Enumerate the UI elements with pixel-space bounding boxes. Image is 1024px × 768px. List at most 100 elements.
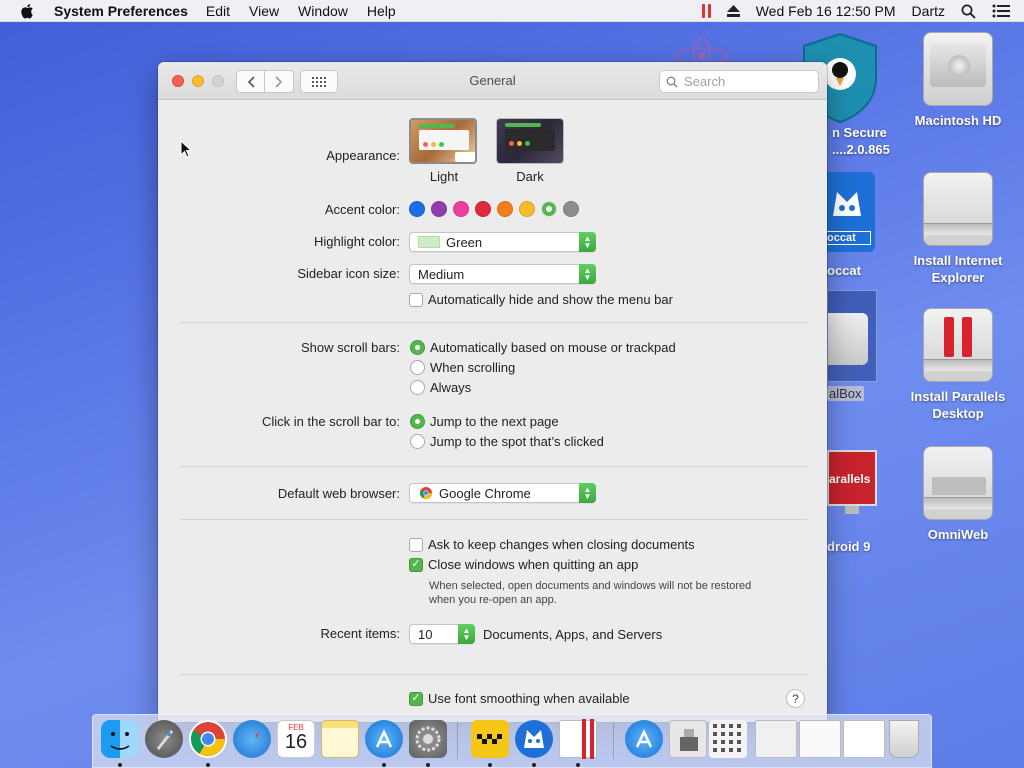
- dock-calendar[interactable]: FEB 16: [277, 720, 315, 758]
- dock-parallels[interactable]: [559, 719, 597, 759]
- scroll-click-next-page-radio[interactable]: [410, 414, 425, 429]
- default-browser-popup[interactable]: Google Chrome ▲ ▼: [409, 483, 596, 503]
- menu-view[interactable]: View: [249, 3, 279, 19]
- dock-chrome[interactable]: [189, 720, 227, 758]
- scroll-bars-always-option[interactable]: Always: [410, 380, 471, 395]
- desktop-icon-boccat[interactable]: occat: [827, 172, 875, 252]
- accent-color-dot[interactable]: [497, 201, 513, 217]
- sidebar-icon-size-label: Sidebar icon size:: [297, 266, 400, 281]
- app-store-icon: [635, 729, 653, 748]
- appearance-dark-option[interactable]: [496, 118, 564, 164]
- dock-notes[interactable]: [321, 720, 359, 758]
- menu-bar-autohide-option[interactable]: Automatically hide and show the menu bar: [409, 292, 673, 307]
- dock-screenshot-1[interactable]: [755, 720, 797, 758]
- accent-color-dot[interactable]: [475, 201, 491, 217]
- running-indicator: [426, 763, 430, 767]
- desktop-icon-android-label: droid 9: [827, 539, 871, 554]
- accent-color-dot[interactable]: [563, 201, 579, 217]
- menu-app-name[interactable]: System Preferences: [54, 3, 188, 19]
- font-smoothing-option[interactable]: ✓ Use font smoothing when available: [409, 691, 630, 706]
- close-windows-checkbox[interactable]: ✓: [409, 557, 423, 572]
- scroll-click-next-page-option[interactable]: Jump to the next page: [410, 414, 559, 429]
- desktop-icon-omniweb[interactable]: OmniWeb: [903, 446, 1013, 543]
- cat-face-icon: [833, 192, 861, 216]
- menu-edit[interactable]: Edit: [206, 3, 230, 19]
- dock-screenshot-2[interactable]: [799, 720, 841, 758]
- desktop-icon-install-parallels[interactable]: Install Parallels Desktop: [903, 308, 1013, 422]
- dock-safari[interactable]: [233, 720, 271, 758]
- dock-screenshot-3[interactable]: [843, 720, 885, 758]
- sidebar-icon-size-popup[interactable]: Medium ▲ ▼: [409, 264, 596, 284]
- sidebar-icon-size-value: Medium: [418, 266, 465, 282]
- dock: FEB 16: [92, 714, 932, 768]
- scroll-click-spot-option[interactable]: Jump to the spot that’s clicked: [410, 434, 604, 449]
- dock-icons-folder[interactable]: [709, 720, 747, 758]
- dock-app-store[interactable]: [365, 720, 403, 758]
- menubar-user[interactable]: Dartz: [912, 3, 945, 19]
- font-smoothing-checkbox[interactable]: ✓: [409, 691, 423, 706]
- accent-color-dot[interactable]: [541, 201, 557, 217]
- show-scroll-bars-label: Show scroll bars:: [301, 340, 400, 355]
- ask-keep-changes-option[interactable]: Ask to keep changes when closing documen…: [409, 537, 695, 552]
- ask-keep-changes-checkbox[interactable]: [409, 537, 423, 552]
- desktop-icon-macintosh-hd[interactable]: Macintosh HD: [903, 32, 1013, 129]
- compass-icon: [245, 732, 259, 746]
- running-indicator: [488, 763, 492, 767]
- recent-items-value: 10: [418, 626, 433, 642]
- menu-window[interactable]: Window: [298, 3, 348, 19]
- menu-bar-autohide-label: Automatically hide and show the menu bar: [428, 292, 673, 307]
- eject-icon[interactable]: [726, 5, 740, 17]
- scroll-click-spot-radio[interactable]: [410, 434, 425, 449]
- spotlight-search-icon[interactable]: [961, 4, 976, 19]
- system-preferences-window: General Search Appearance: Light Dark Ac…: [158, 62, 827, 722]
- window-titlebar[interactable]: General Search: [158, 62, 827, 100]
- search-field[interactable]: Search: [659, 70, 819, 93]
- dock-launchpad[interactable]: [145, 720, 183, 758]
- scroll-click-spot-label: Jump to the spot that’s clicked: [430, 434, 604, 449]
- menubar-clock[interactable]: Wed Feb 16 12:50 PM: [756, 3, 896, 19]
- chrome-icon: [191, 722, 225, 756]
- scroll-bars-auto-option[interactable]: Automatically based on mouse or trackpad: [410, 340, 676, 355]
- calendar-day: 16: [284, 731, 308, 753]
- close-windows-note-line1: When selected, open documents and window…: [429, 580, 752, 592]
- dock-system-preferences[interactable]: [409, 720, 447, 758]
- apple-menu-icon[interactable]: [20, 3, 36, 19]
- dock-boccat[interactable]: [515, 720, 553, 758]
- accent-color-dot[interactable]: [519, 201, 535, 217]
- disk-image-icon: [680, 729, 698, 751]
- rocket-icon: [157, 730, 173, 750]
- popup-arrows-icon: ▲ ▼: [579, 483, 596, 503]
- accent-color-dot[interactable]: [409, 201, 425, 217]
- menu-help[interactable]: Help: [367, 3, 396, 19]
- dock-finder[interactable]: [101, 720, 139, 758]
- appearance-light-option[interactable]: [409, 118, 477, 164]
- scroll-bars-auto-radio[interactable]: [410, 340, 425, 355]
- highlight-color-value: Green: [446, 234, 483, 250]
- highlight-color-popup[interactable]: Green ▲ ▼: [409, 232, 596, 252]
- recent-items-popup[interactable]: 10 ▲ ▼: [409, 624, 475, 644]
- accent-color-dot[interactable]: [453, 201, 469, 217]
- help-button[interactable]: ?: [786, 689, 805, 708]
- scroll-bars-scrolling-option[interactable]: When scrolling: [410, 360, 515, 375]
- menu-bar-autohide-checkbox[interactable]: [409, 292, 423, 307]
- desktop-icon-virtualbox[interactable]: [827, 290, 877, 382]
- dock-separator: [457, 723, 458, 759]
- dock-separator: [613, 723, 614, 759]
- accent-color-dot[interactable]: [431, 201, 447, 217]
- dock-app-store-folder[interactable]: [625, 720, 663, 758]
- notification-center-icon[interactable]: [992, 4, 1010, 18]
- scroll-bars-scrolling-label: When scrolling: [430, 360, 516, 375]
- appearance-light-label: Light: [429, 169, 459, 184]
- close-windows-option[interactable]: ✓ Close windows when quitting an app: [409, 557, 638, 572]
- dock-downloads[interactable]: [669, 720, 707, 758]
- dock-taxi[interactable]: [471, 720, 509, 758]
- desktop-icon-parallels-vm[interactable]: arallels: [827, 450, 879, 522]
- desktop-icon-install-ie[interactable]: Install Internet Explorer: [903, 172, 1013, 286]
- scroll-bars-always-radio[interactable]: [410, 380, 425, 395]
- parallels-status-icon[interactable]: [701, 4, 711, 18]
- dock-trash[interactable]: [889, 720, 919, 758]
- scroll-bars-scrolling-radio[interactable]: [410, 360, 425, 375]
- scroll-click-next-page-label: Jump to the next page: [430, 414, 559, 429]
- recent-items-label: Recent items:: [320, 626, 400, 641]
- running-indicator: [118, 763, 122, 767]
